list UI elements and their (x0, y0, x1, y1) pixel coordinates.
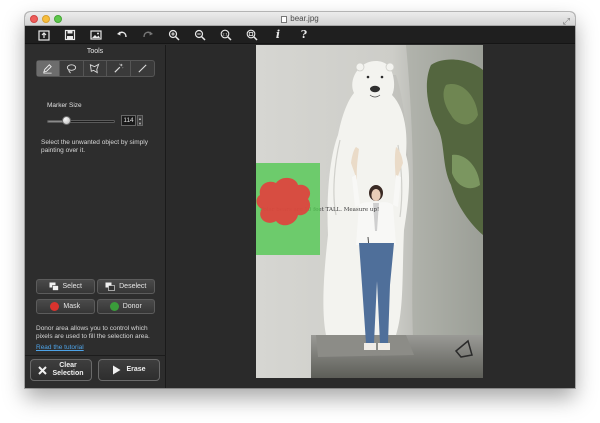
marker-icon (43, 64, 53, 74)
tool-polygon-lasso[interactable] (84, 61, 108, 76)
marker-size-label: Marker Size (47, 102, 82, 109)
zoom-in-button[interactable] (161, 26, 187, 44)
tool-lasso[interactable] (60, 61, 84, 76)
zoom-actual-size-button[interactable]: 1:1 (213, 26, 239, 44)
image-canvas[interactable]: Polar bears are 10 feet TALL. Measure up… (167, 45, 575, 388)
window-controls (30, 15, 62, 23)
lasso-icon (66, 64, 76, 74)
title-bar: bear.jpg ⤢ (25, 12, 575, 26)
redo-icon (143, 31, 153, 37)
zoom-fit-button[interactable] (239, 26, 265, 44)
instruction-text: Select the unwanted object by simply pai… (41, 139, 148, 154)
clear-x-icon (38, 365, 48, 375)
select-button[interactable]: Select (36, 279, 95, 294)
redo-button[interactable] (135, 26, 161, 44)
close-window-button[interactable] (30, 15, 38, 23)
window-title: bear.jpg (290, 14, 319, 23)
selection-buttons: Select Deselect (36, 279, 155, 294)
select-icon (49, 282, 59, 291)
tool-line[interactable] (131, 61, 154, 76)
select-label: Select (62, 283, 82, 290)
photo-content: Polar bears are 10 feet TALL. Measure up… (256, 45, 483, 378)
zoom-window-button[interactable] (54, 15, 62, 23)
zoom-actual-size-icon: 1:1 (220, 29, 232, 41)
image-button[interactable] (83, 26, 109, 44)
help-icon: ? (300, 28, 308, 41)
undo-icon (117, 31, 127, 37)
zoom-out-icon (194, 29, 206, 41)
window-title-wrap: bear.jpg (281, 12, 319, 26)
clear-selection-label: Clear Selection (52, 362, 83, 378)
deselect-label: Deselect (119, 283, 147, 290)
save-icon (64, 29, 76, 40)
help-button[interactable]: ? (291, 26, 317, 44)
panel-divider (25, 355, 166, 356)
save-button[interactable] (57, 26, 83, 44)
open-icon (38, 29, 50, 41)
photo: Polar bears are 10 feet TALL. Measure up… (256, 45, 483, 378)
erase-button[interactable]: Erase (98, 359, 160, 381)
marker-size-slider[interactable] (47, 120, 115, 123)
info-button[interactable]: i (265, 26, 291, 44)
polygon-lasso-icon (90, 63, 100, 74)
document-icon (281, 15, 288, 23)
fullscreen-icon[interactable]: ⤢ (563, 14, 570, 28)
mask-donor-buttons: Mask Donor (36, 299, 155, 314)
magic-wand-icon (114, 63, 124, 73)
erase-label: Erase (126, 366, 146, 373)
zoom-in-icon (168, 29, 180, 41)
tool-marker[interactable] (36, 61, 61, 76)
clear-selection-button[interactable]: Clear Selection (30, 359, 92, 381)
tools-panel: Tools Marker Size 114 ▲ ▼ Select the unw… (25, 45, 166, 388)
undo-button[interactable] (109, 26, 135, 44)
donor-label: Donor (122, 303, 142, 310)
info-icon: i (275, 28, 281, 41)
clear-selection-label-line1: Clear (59, 362, 77, 369)
read-tutorial-link[interactable]: Read the tutorial (36, 344, 84, 351)
tools-title: Tools (86, 48, 104, 55)
line-icon (138, 64, 147, 73)
main-toolbar: 1:1 i ? (25, 26, 575, 44)
image-icon (90, 29, 102, 40)
mask-label: Mask (63, 303, 81, 310)
zoom-fit-icon (246, 29, 258, 41)
tool-selector (35, 60, 155, 77)
donor-description: Donor area allows you to control which p… (36, 325, 150, 340)
marker-size-control: 114 ▲ ▼ (45, 115, 145, 127)
zoom-actual-size-label: 1:1 (222, 32, 228, 36)
marker-size-input[interactable]: 114 (121, 115, 136, 126)
zoom-out-button[interactable] (187, 26, 213, 44)
app-window: bear.jpg ⤢ 1:1 i ? Tools Marker Size 114… (25, 12, 575, 388)
open-button[interactable] (31, 26, 57, 44)
minimize-window-button[interactable] (42, 15, 50, 23)
donor-button[interactable]: Donor (96, 299, 155, 314)
deselect-button[interactable]: Deselect (96, 279, 155, 294)
deselect-icon (105, 282, 115, 291)
donor-color-icon (109, 302, 119, 311)
marker-size-slider-knob[interactable] (61, 116, 71, 125)
tool-magic-wand[interactable] (107, 61, 131, 76)
mask-button[interactable]: Mask (36, 299, 95, 314)
marker-size-stepper[interactable]: ▲ ▼ (137, 115, 143, 126)
play-icon (113, 365, 121, 375)
clear-selection-label-line2: Selection (52, 370, 84, 377)
mask-color-icon (50, 302, 60, 311)
